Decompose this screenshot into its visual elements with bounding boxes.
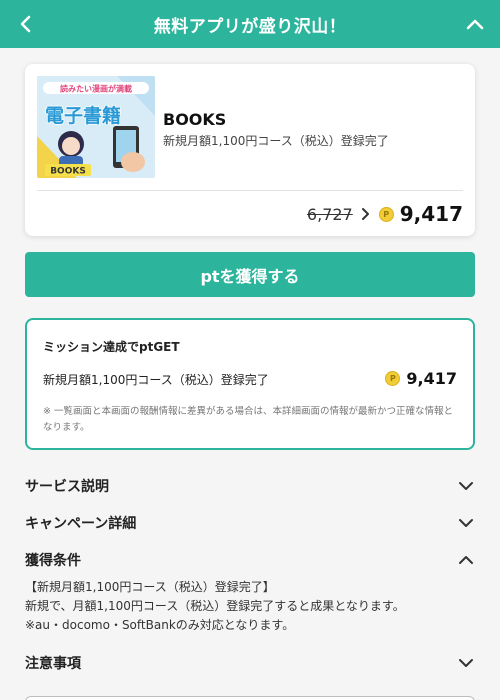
section-notes-label: 注意事項 bbox=[25, 656, 81, 672]
app-header: 無料アプリが盛り沢山！ bbox=[0, 0, 500, 48]
mission-points: P 9,417 bbox=[385, 369, 457, 388]
chevron-down-icon bbox=[457, 477, 475, 495]
chevron-down-icon bbox=[457, 514, 475, 532]
divider bbox=[37, 190, 463, 191]
section-service[interactable]: サービス説明 bbox=[25, 473, 475, 499]
section-conditions[interactable]: 獲得条件 bbox=[25, 547, 475, 573]
banner-title: 電子書籍 bbox=[45, 104, 121, 127]
mission-title: ミッション達成でptGET bbox=[43, 340, 180, 354]
product-thumbnail: 読みたい漫画が満載 電子書籍 BOOKS bbox=[37, 76, 155, 178]
banner-badge: BOOKS bbox=[50, 167, 86, 177]
back-button[interactable] bbox=[14, 12, 36, 36]
mission-note: ※ 一覧画面と本画面の報酬情報に差異がある場合は、本詳細画面の情報が最新かつ正確… bbox=[43, 406, 453, 433]
mission-course: 新規月額1,100円コース（税込）登録完了 bbox=[43, 373, 269, 387]
chevron-down-icon bbox=[457, 654, 475, 672]
next-card-edge bbox=[25, 696, 475, 700]
section-service-label: サービス説明 bbox=[25, 479, 109, 495]
section-conditions-label: 獲得条件 bbox=[25, 553, 81, 569]
section-notes[interactable]: 注意事項 bbox=[25, 650, 475, 676]
conditions-line-2: 新規で、月額1,100円コース（税込）登録完了すると成果となります。 bbox=[25, 599, 405, 613]
old-price: 6,727 bbox=[306, 204, 353, 224]
product-card: 読みたい漫画が満載 電子書籍 BOOKS BOOKS 新規月額1,100円コース… bbox=[25, 64, 475, 236]
chevron-up-icon bbox=[457, 551, 475, 569]
collapse-header-button[interactable] bbox=[464, 12, 486, 36]
product-name: BOOKS bbox=[163, 110, 227, 129]
section-campaign[interactable]: キャンペーン詳細 bbox=[25, 510, 475, 536]
mission-box: ミッション達成でptGET 新規月額1,100円コース（税込）登録完了 P 9,… bbox=[25, 318, 475, 450]
section-campaign-label: キャンペーン詳細 bbox=[25, 516, 137, 532]
get-points-button[interactable]: ptを獲得する bbox=[25, 252, 475, 297]
conditions-line-1: 【新規月額1,100円コース（税込）登録完了】 bbox=[25, 580, 275, 594]
point-coin-icon: P bbox=[378, 206, 394, 222]
ebook-banner-image: 読みたい漫画が満載 電子書籍 BOOKS bbox=[37, 76, 155, 178]
header-title: 無料アプリが盛り沢山！ bbox=[153, 16, 347, 37]
mission-points-value: 9,417 bbox=[406, 369, 457, 388]
chevron-right-icon bbox=[359, 207, 373, 221]
chevron-left-icon bbox=[20, 15, 31, 33]
product-course: 新規月額1,100円コース（税込）登録完了 bbox=[163, 134, 389, 148]
chevron-up-icon bbox=[466, 19, 484, 30]
banner-tagline: 読みたい漫画が満載 bbox=[60, 84, 132, 94]
price-row: 6,727 P 9,417 bbox=[307, 201, 463, 227]
conditions-line-3: ※au・docomo・SoftBankのみ対応となります。 bbox=[25, 618, 295, 632]
new-price: 9,417 bbox=[399, 202, 463, 226]
point-coin-icon: P bbox=[385, 371, 401, 386]
conditions-content: 【新規月額1,100円コース（税込）登録完了】 新規で、月額1,100円コース（… bbox=[25, 578, 475, 635]
